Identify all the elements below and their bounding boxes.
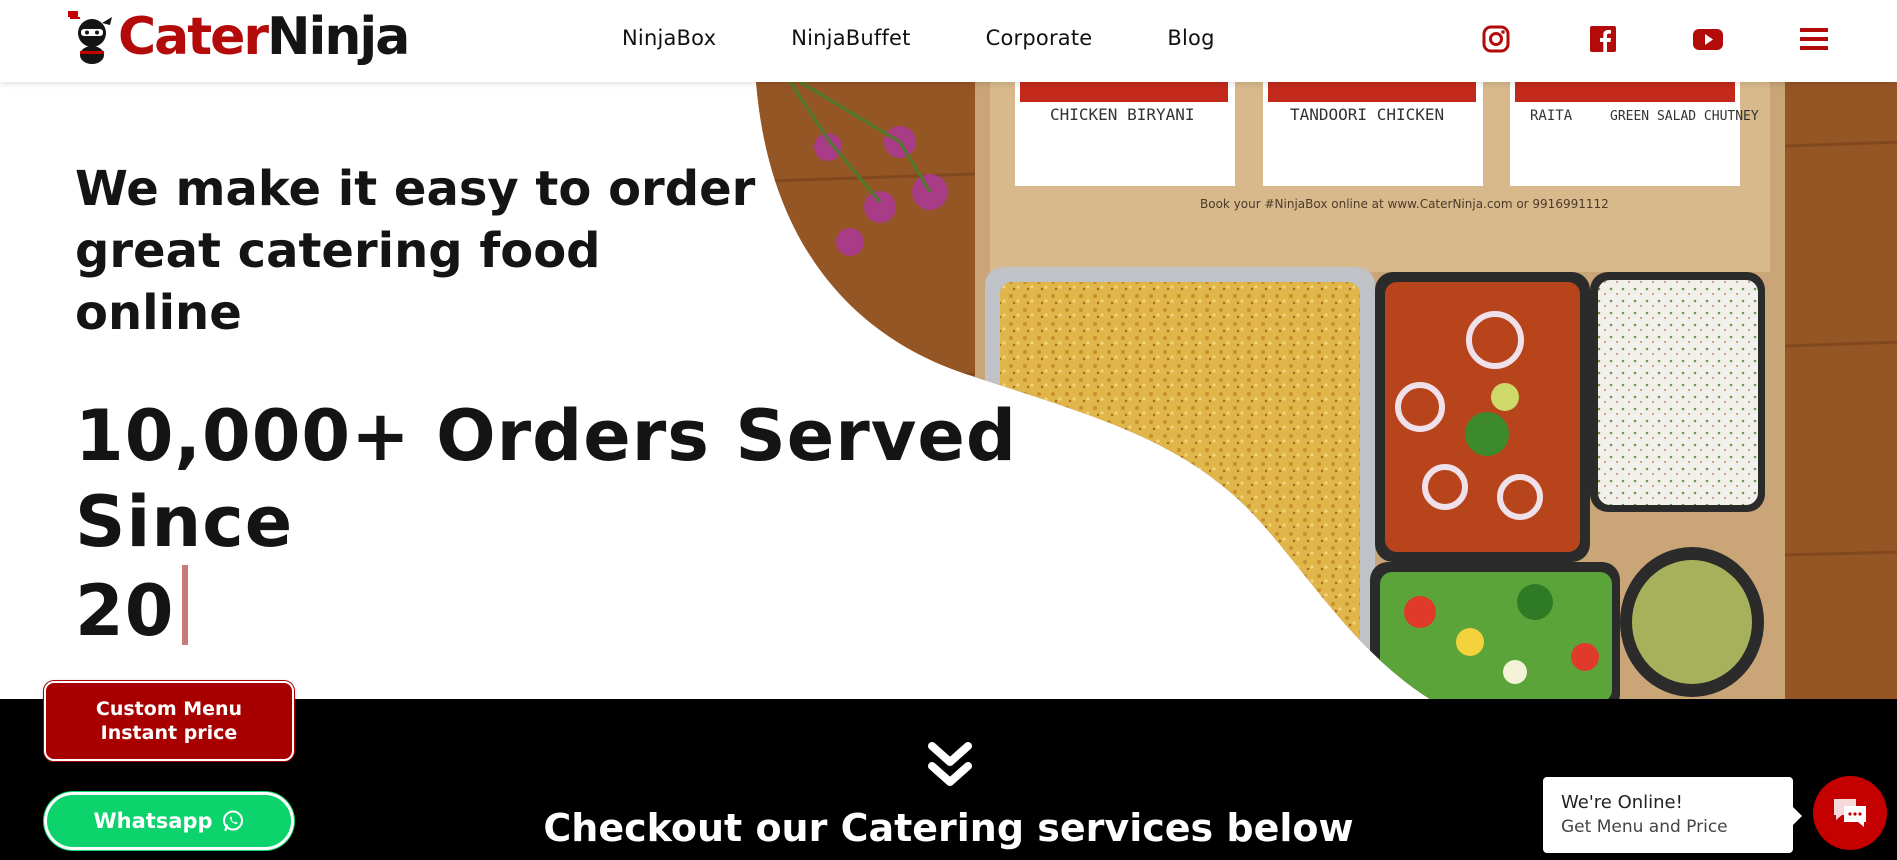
custom-menu-label-line1: Custom Menu (95, 698, 243, 720)
whatsapp-label: Whatsapp (93, 809, 213, 833)
chat-launcher-button[interactable] (1813, 776, 1887, 850)
chat-title: We're Online! (1561, 792, 1683, 813)
chat-bubbles-icon (1834, 799, 1866, 827)
youtube-icon[interactable] (1692, 24, 1724, 54)
chat-subtitle: Get Menu and Price (1561, 817, 1728, 837)
chat-pointer (1793, 807, 1802, 825)
svg-text:CHICKEN BIRYANI: CHICKEN BIRYANI (1050, 105, 1195, 124)
site-header: CaterNinja NinjaBox NinjaBuffet Corporat… (0, 0, 1897, 82)
svg-text:GREEN SALAD CHUTNEY: GREEN SALAD CHUTNEY (1610, 109, 1759, 124)
nav-item-corporate[interactable]: Corporate (986, 26, 1093, 50)
svg-text:RAITA: RAITA (1530, 108, 1573, 124)
nav-item-blog[interactable]: Blog (1167, 26, 1214, 50)
chat-popup[interactable]: We're Online! Get Menu and Price (1543, 777, 1802, 853)
counter-line-1: 10,000+ Orders Served Since (75, 395, 1017, 563)
svg-text:Book your #NinjaBox online at: Book your #NinjaBox online at www.CaterN… (1200, 197, 1609, 211)
facebook-icon[interactable] (1588, 24, 1618, 54)
logo-wordmark: CaterNinja (118, 7, 410, 67)
instagram-icon[interactable] (1481, 24, 1511, 54)
orders-counter: 10,000+ Orders Served Since 20 (75, 393, 1075, 654)
nav-item-ninjabuffet[interactable]: NinjaBuffet (791, 26, 910, 50)
nav-item-ninjabox[interactable]: NinjaBox (622, 26, 716, 50)
ninja-mascot-icon (68, 11, 112, 64)
svg-text:TANDOORI CHICKEN: TANDOORI CHICKEN (1290, 105, 1444, 124)
whatsapp-icon (222, 810, 243, 832)
logo[interactable]: CaterNinja (66, 4, 410, 70)
custom-menu-button[interactable]: Custom Menu Instant price (44, 681, 294, 761)
counter-line-2: 20 (75, 565, 1075, 654)
hamburger-menu-icon[interactable] (1798, 24, 1830, 54)
main-nav: NinjaBox NinjaBuffet Corporate Blog (622, 26, 1290, 50)
custom-menu-label-line2: Instant price (100, 722, 238, 744)
hero-headline: We make it easy to order great catering … (75, 161, 756, 341)
double-chevron-down-icon[interactable] (924, 740, 976, 792)
typing-cursor (182, 565, 189, 645)
whatsapp-button[interactable]: Whatsapp (44, 792, 294, 850)
hero-section: CHICKEN BIRYANI TANDOORI CHICKEN RAITA G… (0, 82, 1897, 699)
